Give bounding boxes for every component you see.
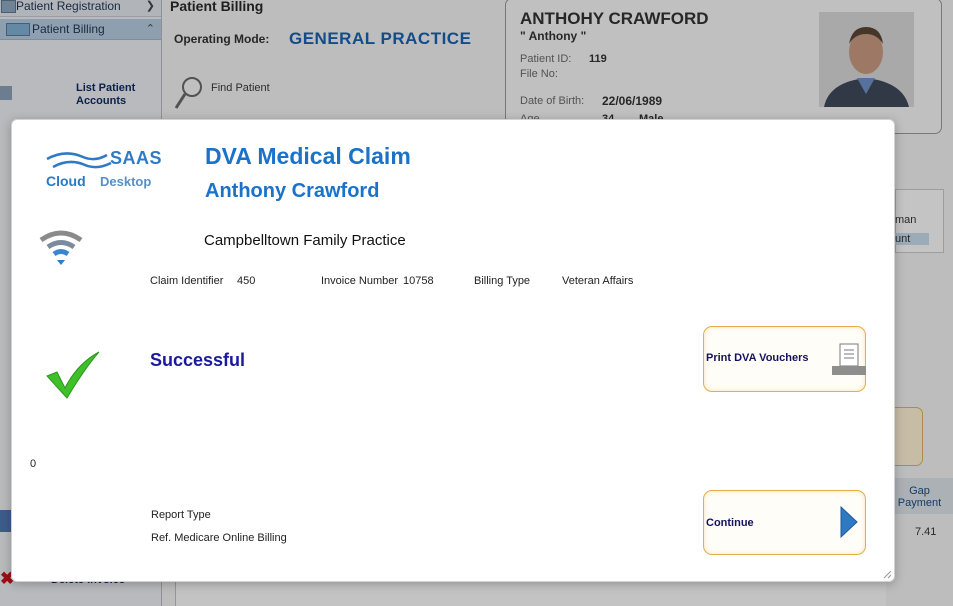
resize-grip-icon[interactable] (882, 569, 892, 579)
billing-type-value: Veteran Affairs (562, 275, 634, 287)
logo-desktop-text: Desktop (100, 174, 152, 189)
dialog-title: DVA Medical Claim (205, 143, 411, 169)
continue-button[interactable]: Continue (703, 490, 866, 555)
dialog-patient-name: Anthony Crawford (205, 180, 380, 202)
logo-saas-text: SAAS (110, 148, 163, 168)
invoice-number-value: 10758 (403, 275, 434, 287)
document-icon (832, 343, 866, 375)
print-dva-vouchers-button[interactable]: Print DVA Vouchers (703, 326, 866, 392)
checkmark-icon (46, 351, 100, 399)
report-type-value: Ref. Medicare Online Billing (151, 532, 287, 544)
count-value: 0 (30, 458, 37, 470)
practice-name: Campbelltown Family Practice (204, 232, 406, 249)
report-type-label: Report Type (151, 509, 211, 521)
invoice-number-label: Invoice Number (321, 275, 399, 287)
print-button-label: Print DVA Vouchers (706, 352, 809, 364)
status-message: Successful (150, 350, 246, 370)
continue-button-label: Continue (706, 517, 754, 529)
billing-type-label: Billing Type (474, 275, 531, 287)
wifi-icon (39, 230, 83, 265)
arrow-right-icon (840, 505, 858, 539)
claim-identifier-value: 450 (237, 275, 256, 287)
claim-identifier-label: Claim Identifier (150, 275, 224, 287)
dva-claim-dialog: SAAS Cloud Desktop DVA Medical Claim Ant… (11, 119, 895, 582)
logo-cloud-text: Cloud (46, 173, 86, 189)
